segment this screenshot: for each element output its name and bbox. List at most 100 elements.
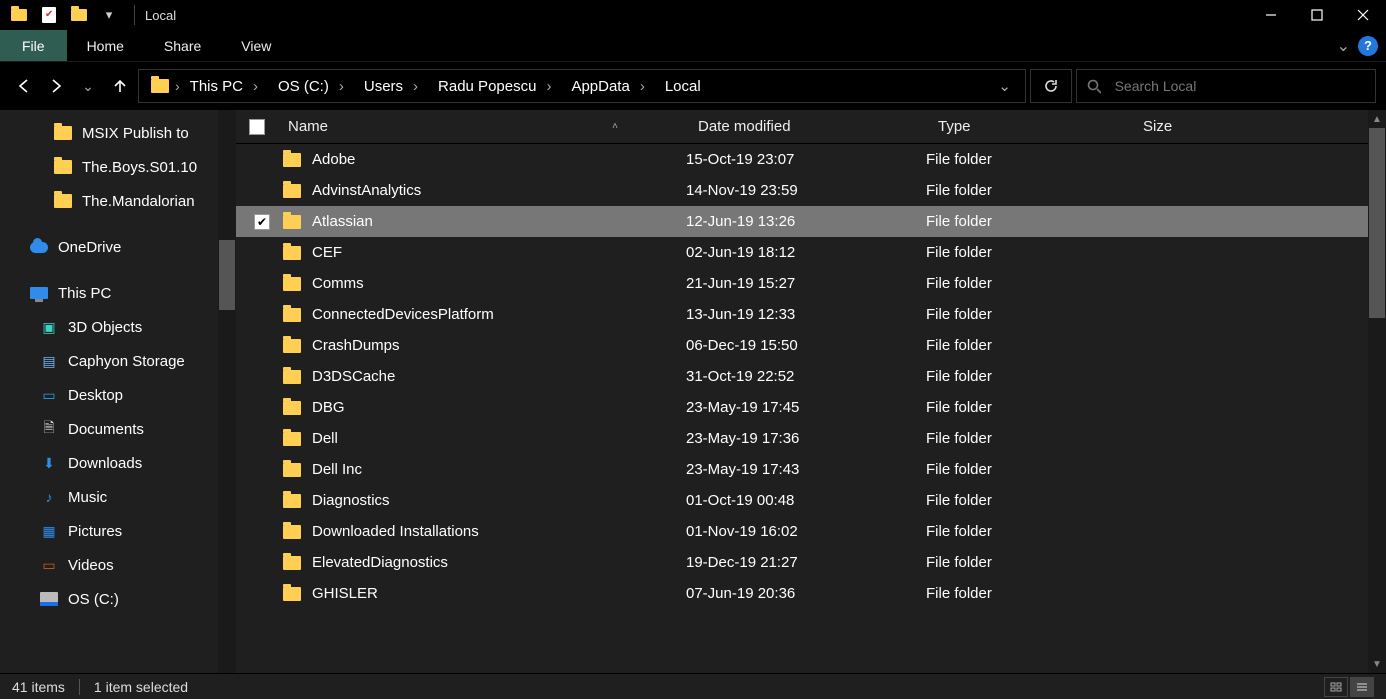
up-button[interactable] — [106, 72, 134, 100]
cloud-icon — [30, 242, 48, 253]
qat-properties-icon[interactable]: ✔ — [34, 0, 64, 30]
select-all-checkbox[interactable] — [249, 119, 265, 135]
forward-button[interactable] — [42, 72, 70, 100]
help-icon[interactable]: ? — [1358, 36, 1378, 56]
table-row[interactable]: AdvinstAnalytics14-Nov-19 23:59File fold… — [236, 175, 1386, 206]
chevron-right-icon[interactable]: › — [640, 78, 645, 95]
address-folder-icon — [151, 79, 169, 93]
table-row[interactable]: Dell23-May-19 17:36File folder — [236, 423, 1386, 454]
ribbon-expand-icon[interactable]: ⌄ — [1337, 36, 1350, 56]
table-row[interactable]: DBG23-May-19 17:45File folder — [236, 392, 1386, 423]
qat-customize-icon[interactable]: ▾ — [94, 0, 124, 30]
table-row[interactable]: Adobe15-Oct-19 23:07File folder — [236, 144, 1386, 175]
scroll-up-icon[interactable]: ▲ — [1368, 110, 1386, 128]
title-bar: ✔ ▾ Local — [0, 0, 1386, 30]
table-row[interactable]: Atlassian12-Jun-19 13:26File folder — [236, 206, 1386, 237]
table-row[interactable]: Comms21-Jun-19 15:27File folder — [236, 268, 1386, 299]
folder-icon — [283, 525, 301, 539]
list-scrollbar[interactable]: ▲ ▼ — [1368, 110, 1386, 673]
tree-item[interactable]: ▭Videos — [0, 548, 236, 582]
chevron-right-icon[interactable]: › — [339, 78, 344, 95]
file-name: CrashDumps — [306, 337, 686, 354]
table-row[interactable]: ElevatedDiagnostics19-Dec-19 21:27File f… — [236, 547, 1386, 578]
qat-folder-icon[interactable] — [4, 0, 34, 30]
breadcrumb[interactable]: This PC› — [180, 78, 268, 95]
column-checkbox[interactable] — [236, 110, 278, 143]
view-details-button[interactable] — [1350, 677, 1374, 697]
file-date: 02-Jun-19 18:12 — [686, 244, 926, 261]
tree-scroll-thumb[interactable] — [219, 240, 235, 310]
table-row[interactable]: GHISLER07-Jun-19 20:36File folder — [236, 578, 1386, 609]
tree-item-this-pc[interactable]: This PC — [0, 276, 236, 310]
table-row[interactable]: ConnectedDevicesPlatform13-Jun-19 12:33F… — [236, 299, 1386, 330]
refresh-button[interactable] — [1030, 69, 1072, 103]
pc-icon — [30, 287, 48, 299]
file-name: CEF — [306, 244, 686, 261]
table-row[interactable]: CEF02-Jun-19 18:12File folder — [236, 237, 1386, 268]
search-box[interactable] — [1076, 69, 1376, 103]
breadcrumb[interactable]: Local — [655, 78, 711, 95]
close-button[interactable] — [1340, 0, 1386, 30]
list-scroll-thumb[interactable] — [1369, 128, 1385, 318]
table-row[interactable]: Downloaded Installations01-Nov-19 16:02F… — [236, 516, 1386, 547]
table-row[interactable]: Dell Inc23-May-19 17:43File folder — [236, 454, 1386, 485]
breadcrumb[interactable]: OS (C:)› — [268, 78, 354, 95]
breadcrumb[interactable]: AppData› — [561, 78, 654, 95]
breadcrumb[interactable]: Radu Popescu› — [428, 78, 561, 95]
table-row[interactable]: Diagnostics01-Oct-19 00:48File folder — [236, 485, 1386, 516]
address-bar[interactable]: › This PC› OS (C:)› Users› Radu Popescu›… — [138, 69, 1026, 103]
file-date: 13-Jun-19 12:33 — [686, 306, 926, 323]
tree-item[interactable]: OS (C:) — [0, 582, 236, 616]
qat-new-folder-icon[interactable] — [64, 0, 94, 30]
table-row[interactable]: D3DSCache31-Oct-19 22:52File folder — [236, 361, 1386, 392]
address-dropdown-icon[interactable]: ⌄ — [990, 77, 1019, 95]
tree-item[interactable]: The.Boys.S01.10 — [0, 150, 236, 184]
row-checkbox[interactable] — [254, 214, 270, 230]
column-name[interactable]: Name˄ — [278, 110, 688, 143]
chevron-right-icon[interactable]: › — [546, 78, 551, 95]
back-button[interactable] — [10, 72, 38, 100]
drive-icon — [40, 592, 58, 606]
file-tab[interactable]: File — [0, 30, 67, 61]
file-date: 01-Nov-19 16:02 — [686, 523, 926, 540]
tab-share[interactable]: Share — [144, 30, 221, 61]
maximize-button[interactable] — [1294, 0, 1340, 30]
column-size[interactable]: Size — [1133, 110, 1253, 143]
file-name: DBG — [306, 399, 686, 416]
column-date[interactable]: Date modified — [688, 110, 928, 143]
folder-icon — [54, 194, 72, 208]
tree-scrollbar[interactable] — [218, 110, 236, 673]
breadcrumb[interactable]: Users› — [354, 78, 428, 95]
tree-item[interactable]: 🗎Documents — [0, 412, 236, 446]
desktop-icon: ▭ — [40, 387, 58, 403]
navigation-pane[interactable]: MSIX Publish to The.Boys.S01.10 The.Mand… — [0, 110, 236, 673]
tab-view[interactable]: View — [221, 30, 291, 61]
chevron-right-icon[interactable]: › — [413, 78, 418, 95]
documents-icon: 🗎 — [40, 421, 58, 437]
tab-home[interactable]: Home — [67, 30, 144, 61]
storage-icon: ▤ — [40, 353, 58, 369]
recent-locations-button[interactable]: ⌄ — [74, 72, 102, 100]
table-row[interactable]: CrashDumps06-Dec-19 15:50File folder — [236, 330, 1386, 361]
file-type: File folder — [926, 275, 1131, 292]
tree-item[interactable]: The.Mandalorian — [0, 184, 236, 218]
view-thumbnails-button[interactable] — [1324, 677, 1348, 697]
tree-item-label: The.Boys.S01.10 — [82, 159, 197, 176]
file-date: 23-May-19 17:43 — [686, 461, 926, 478]
tree-item[interactable]: MSIX Publish to — [0, 116, 236, 150]
tree-item[interactable]: ⬇Downloads — [0, 446, 236, 480]
column-type[interactable]: Type — [928, 110, 1133, 143]
tree-item[interactable]: ▭Desktop — [0, 378, 236, 412]
tree-item[interactable]: ▤Caphyon Storage — [0, 344, 236, 378]
tree-item[interactable]: ♪Music — [0, 480, 236, 514]
minimize-button[interactable] — [1248, 0, 1294, 30]
chevron-right-icon[interactable]: › — [253, 78, 258, 95]
tree-item[interactable]: ▣3D Objects — [0, 310, 236, 344]
scroll-down-icon[interactable]: ▼ — [1368, 655, 1386, 673]
search-input[interactable] — [1113, 77, 1365, 95]
tree-item-onedrive[interactable]: OneDrive — [0, 230, 236, 264]
breadcrumb-label: Local — [665, 78, 701, 95]
tree-item-label: MSIX Publish to — [82, 125, 189, 142]
tree-item[interactable]: ▦Pictures — [0, 514, 236, 548]
file-date: 15-Oct-19 23:07 — [686, 151, 926, 168]
